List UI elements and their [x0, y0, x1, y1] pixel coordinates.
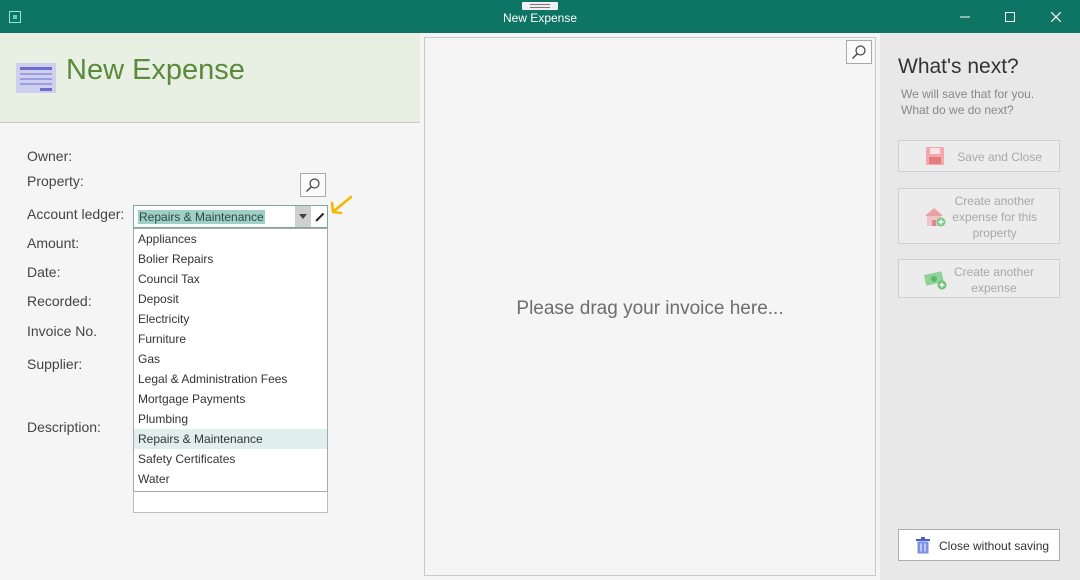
edit-ledger-button[interactable] [312, 206, 328, 227]
subtitle-line: What do we do next? [901, 103, 1014, 117]
list-item-selected[interactable]: Repairs & Maintenance [134, 429, 327, 449]
list-item[interactable]: Furniture [134, 329, 327, 349]
list-item[interactable]: Electricity [134, 309, 327, 329]
button-label-line: expense [971, 281, 1017, 295]
create-expense-for-property-label: Create another expense for this property [952, 193, 1037, 241]
description-field[interactable] [133, 492, 328, 513]
chevron-down-icon [299, 214, 307, 219]
account-ledger-combobox[interactable]: Repairs & Maintenance [133, 205, 328, 228]
house-add-icon [925, 208, 946, 227]
close-without-saving-button[interactable]: Close without saving [898, 529, 1060, 561]
supplier-label: Supplier: [27, 356, 83, 372]
zoom-search-button[interactable] [846, 40, 872, 64]
minimize-icon [960, 16, 970, 17]
invoice-no-label: Invoice No. [27, 323, 98, 339]
close-window-button[interactable] [1033, 0, 1079, 33]
pencil-icon [315, 212, 325, 221]
list-item[interactable]: Legal & Administration Fees [134, 369, 327, 389]
form-header: New Expense [0, 33, 420, 123]
amount-label: Amount: [27, 235, 80, 251]
expense-form-icon [16, 63, 56, 93]
save-and-close-button[interactable]: Save and Close [898, 140, 1060, 172]
description-label: Description: [27, 419, 101, 435]
owner-label: Owner: [27, 148, 73, 164]
dropdown-toggle-button[interactable] [295, 206, 311, 227]
subtitle-line: We will save that for you. [901, 87, 1035, 101]
title-bar: New Expense [0, 0, 1080, 33]
invoice-drop-zone[interactable]: Please drag your invoice here... [424, 37, 876, 576]
money-add-icon [924, 271, 947, 290]
close-icon [1051, 11, 1061, 22]
whats-next-subtitle: We will save that for you. What do we do… [901, 86, 1034, 118]
property-label: Property: [27, 173, 84, 189]
list-item[interactable]: Appliances [134, 229, 327, 249]
account-ledger-dropdown: Appliances Bolier Repairs Council Tax De… [133, 228, 328, 492]
maximize-icon [1005, 11, 1015, 22]
search-icon [306, 178, 320, 192]
account-ledger-value: Repairs & Maintenance [138, 210, 265, 224]
window-grip-icon[interactable] [522, 2, 558, 10]
save-and-close-label: Save and Close [957, 150, 1042, 164]
close-without-saving-label: Close without saving [939, 539, 1050, 553]
minimize-button[interactable] [942, 0, 988, 33]
property-search-button[interactable] [300, 173, 326, 197]
highlight-arrow-icon [330, 195, 353, 215]
recorded-label: Recorded: [27, 293, 92, 309]
list-item[interactable]: Council Tax [134, 269, 327, 289]
search-icon [852, 45, 866, 59]
create-another-expense-button[interactable]: Create another expense [898, 259, 1060, 298]
list-item[interactable]: Plumbing [134, 409, 327, 429]
account-ledger-label: Account ledger: [27, 206, 125, 222]
create-another-expense-label: Create another expense [954, 264, 1034, 296]
button-label-line: Create another [954, 194, 1035, 208]
list-item[interactable]: Deposit [134, 289, 327, 309]
window-title: New Expense [502, 11, 578, 25]
save-icon [926, 147, 944, 165]
button-label-line: Create another [953, 265, 1034, 279]
button-label-line: property [972, 226, 1017, 240]
date-label: Date: [27, 264, 61, 280]
expense-form-panel: New Expense Owner: Property: Account led… [0, 33, 422, 580]
whats-next-panel: What's next? We will save that for you. … [880, 33, 1080, 580]
trash-icon [916, 537, 930, 554]
create-expense-for-property-button[interactable]: Create another expense for this property [898, 188, 1060, 244]
list-item[interactable]: Gas [134, 349, 327, 369]
drop-message: Please drag your invoice here... [516, 298, 784, 319]
list-item[interactable]: Bolier Repairs [134, 249, 327, 269]
whats-next-heading: What's next? [898, 55, 1019, 78]
list-item[interactable]: Mortgage Payments [134, 389, 327, 409]
maximize-button[interactable] [987, 0, 1033, 33]
list-item[interactable]: Safety Certificates [134, 449, 327, 469]
button-label-line: expense for this [952, 210, 1037, 224]
list-item[interactable]: Water [134, 469, 327, 489]
page-title: New Expense [66, 54, 245, 86]
